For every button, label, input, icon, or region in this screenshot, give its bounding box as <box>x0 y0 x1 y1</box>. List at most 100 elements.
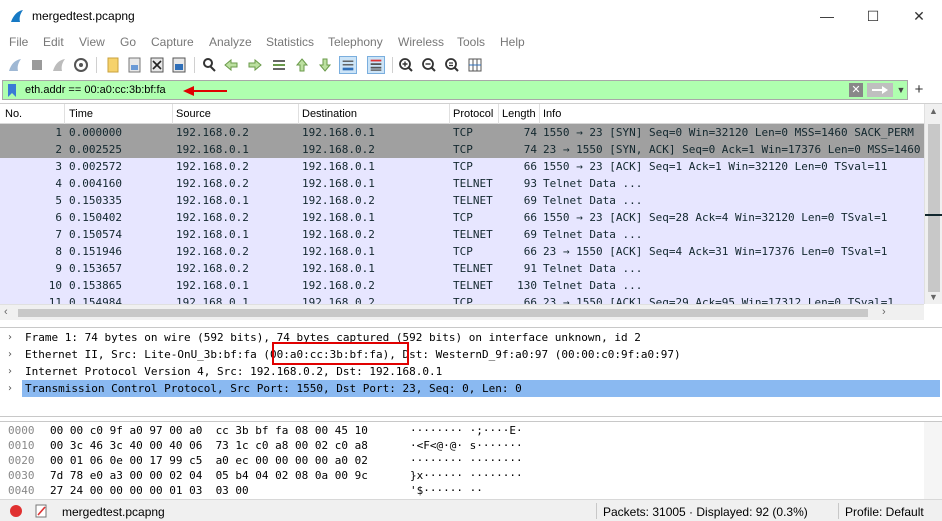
menu-file[interactable]: File <box>9 35 28 49</box>
cell-info: Telnet Data ... <box>543 279 643 292</box>
packet-row[interactable]: 4 0.004160 192.168.0.2 192.168.0.1 TELNET 93 T… <box>0 175 924 192</box>
bookmark-icon[interactable] <box>7 83 17 98</box>
bytes-hex: 00 3c 46 3c 40 00 40 06 73 1c c0 a8 00 0… <box>50 439 368 452</box>
packet-details-pane: › Frame 1: 74 bytes on wire (592 bits), … <box>0 327 942 417</box>
bytes-offset: 0040 <box>8 484 35 497</box>
column-header-info[interactable]: Info <box>543 108 561 120</box>
packet-row[interactable]: 1 0.000000 192.168.0.2 192.168.0.1 TCP 74 1550… <box>0 124 924 141</box>
expand-chevron-icon[interactable]: › <box>8 346 12 363</box>
bytes-row[interactable]: 0030 7d 78 e0 a3 00 00 02 04 05 b4 04 02 … <box>0 468 920 483</box>
normal-size-icon[interactable] <box>443 56 461 74</box>
packet-list-horizontal-scrollbar[interactable]: ‹ › <box>0 304 924 320</box>
apply-filter-icon[interactable] <box>867 83 893 97</box>
save-file-icon[interactable] <box>126 56 144 74</box>
packet-row[interactable]: 2 0.002525 192.168.0.1 192.168.0.2 TCP 74 23 →… <box>0 141 924 158</box>
menu-capture[interactable]: Capture <box>151 35 194 49</box>
menu-telephony[interactable]: Telephony <box>328 35 383 49</box>
status-profile[interactable]: Profile: Default <box>845 505 924 519</box>
menu-statistics[interactable]: Statistics <box>266 35 314 49</box>
detail-row-frame[interactable]: › Frame 1: 74 bytes on wire (592 bits), … <box>0 329 942 346</box>
capture-comment-icon[interactable] <box>33 503 49 519</box>
menu-go[interactable]: Go <box>120 35 136 49</box>
cell-protocol: TCP <box>453 160 473 173</box>
scroll-left-icon[interactable]: ‹ <box>4 306 8 318</box>
column-header-no[interactable]: No. <box>5 108 22 120</box>
auto-scroll-icon[interactable] <box>339 56 357 74</box>
cell-no: 3 <box>55 160 62 173</box>
zoom-in-icon[interactable] <box>397 56 415 74</box>
scroll-right-icon[interactable]: › <box>882 306 886 318</box>
display-filter-input[interactable]: eth.addr == 00:a0:cc:3b:bf:fa <box>25 84 166 96</box>
stop-capture-icon[interactable] <box>28 56 46 74</box>
menu-tools[interactable]: Tools <box>457 35 485 49</box>
detail-row-tcp[interactable]: › Transmission Control Protocol, Src Por… <box>0 380 942 397</box>
bytes-row[interactable]: 0000 00 00 c0 9f a0 97 00 a0 cc 3b bf fa … <box>0 423 920 438</box>
bytes-row[interactable]: 0010 00 3c 46 3c 40 00 40 06 73 1c c0 a8 … <box>0 438 920 453</box>
menu-edit[interactable]: Edit <box>43 35 64 49</box>
cell-source: 192.168.0.1 <box>176 143 249 156</box>
title-bar: mergedtest.pcapng — ☐ ✕ <box>0 0 942 32</box>
cell-time: 0.154984 <box>69 296 122 304</box>
bytes-vertical-scrollbar[interactable] <box>924 422 942 500</box>
packet-row[interactable]: 5 0.150335 192.168.0.1 192.168.0.2 TELNET 69 T… <box>0 192 924 209</box>
go-forward-icon[interactable] <box>246 56 264 74</box>
close-button[interactable]: ✕ <box>896 0 942 32</box>
find-packet-icon[interactable] <box>200 56 218 74</box>
packet-row[interactable]: 8 0.151946 192.168.0.2 192.168.0.1 TCP 66 23 →… <box>0 243 924 260</box>
open-file-icon[interactable] <box>104 56 122 74</box>
minimize-button[interactable]: — <box>804 0 850 32</box>
column-header-source[interactable]: Source <box>176 108 211 120</box>
add-filter-button-icon[interactable]: + <box>912 81 926 99</box>
packet-row[interactable]: 7 0.150574 192.168.0.1 192.168.0.2 TELNET 69 T… <box>0 226 924 243</box>
scroll-up-icon[interactable]: ▲ <box>929 106 938 116</box>
resize-columns-icon[interactable] <box>466 56 484 74</box>
packet-list-hscroll-thumb[interactable] <box>18 309 868 317</box>
expert-info-icon[interactable] <box>9 504 23 518</box>
detail-row-ipv4[interactable]: › Internet Protocol Version 4, Src: 192.… <box>0 363 942 380</box>
annotation-arrow-icon <box>183 86 227 96</box>
packet-list-header: No. Time Source Destination Protocol Len… <box>0 104 924 124</box>
restart-capture-icon[interactable] <box>50 56 68 74</box>
cell-destination: 192.168.0.2 <box>302 279 375 292</box>
packet-list-vertical-scrollbar[interactable]: ▲ ▼ <box>924 104 942 304</box>
menu-help[interactable]: Help <box>500 35 525 49</box>
cell-destination: 192.168.0.1 <box>302 177 375 190</box>
expand-chevron-icon[interactable]: › <box>8 329 12 346</box>
expand-chevron-icon[interactable]: › <box>8 363 12 380</box>
column-header-destination[interactable]: Destination <box>302 108 357 120</box>
column-header-length[interactable]: Length <box>502 108 536 120</box>
menu-view[interactable]: View <box>79 35 105 49</box>
last-packet-icon[interactable] <box>316 56 334 74</box>
packet-row[interactable]: 6 0.150402 192.168.0.2 192.168.0.1 TCP 66 1550… <box>0 209 924 226</box>
filter-history-dropdown-icon[interactable]: ▼ <box>896 83 906 97</box>
expand-chevron-icon[interactable]: › <box>8 380 12 397</box>
zoom-out-icon[interactable] <box>420 56 438 74</box>
packet-list-scroll-thumb[interactable] <box>928 124 940 292</box>
menu-wireless[interactable]: Wireless <box>398 35 444 49</box>
bytes-row[interactable]: 0040 27 24 00 00 00 00 01 03 03 00 '$·····… <box>0 483 920 498</box>
bytes-row[interactable]: 0020 00 01 06 0e 00 17 99 c5 a0 ec 00 00 … <box>0 453 920 468</box>
packet-row[interactable]: 3 0.002572 192.168.0.2 192.168.0.1 TCP 66 1550… <box>0 158 924 175</box>
cell-protocol: TCP <box>453 126 473 139</box>
close-file-icon[interactable] <box>148 56 166 74</box>
maximize-button[interactable]: ☐ <box>850 0 896 32</box>
detail-row-ethernet[interactable]: › Ethernet II, Src: Lite-OnU_3b:bf:fa (0… <box>0 346 942 363</box>
scroll-down-icon[interactable]: ▼ <box>929 292 938 302</box>
column-header-time[interactable]: Time <box>69 108 93 120</box>
clear-filter-icon[interactable]: ✕ <box>849 83 863 97</box>
packet-row[interactable]: 11 0.154984 192.168.0.1 192.168.0.2 TCP 66 23 … <box>0 294 924 304</box>
menu-analyze[interactable]: Analyze <box>209 35 252 49</box>
cell-length: 66 <box>523 296 537 304</box>
packet-row[interactable]: 9 0.153657 192.168.0.2 192.168.0.1 TELNET 91 T… <box>0 260 924 277</box>
first-packet-icon[interactable] <box>293 56 311 74</box>
column-header-protocol[interactable]: Protocol <box>453 108 493 120</box>
bytes-hex: 00 00 c0 9f a0 97 00 a0 cc 3b bf fa 08 0… <box>50 424 368 437</box>
packet-row[interactable]: 10 0.153865 192.168.0.1 192.168.0.2 TELNET 13… <box>0 277 924 294</box>
reload-file-icon[interactable] <box>170 56 188 74</box>
cell-length: 130 <box>517 279 537 292</box>
go-to-packet-icon[interactable] <box>270 56 288 74</box>
go-back-icon[interactable] <box>222 56 240 74</box>
capture-options-icon[interactable] <box>72 56 90 74</box>
colorize-icon[interactable] <box>367 56 385 74</box>
start-capture-icon[interactable] <box>6 56 24 74</box>
